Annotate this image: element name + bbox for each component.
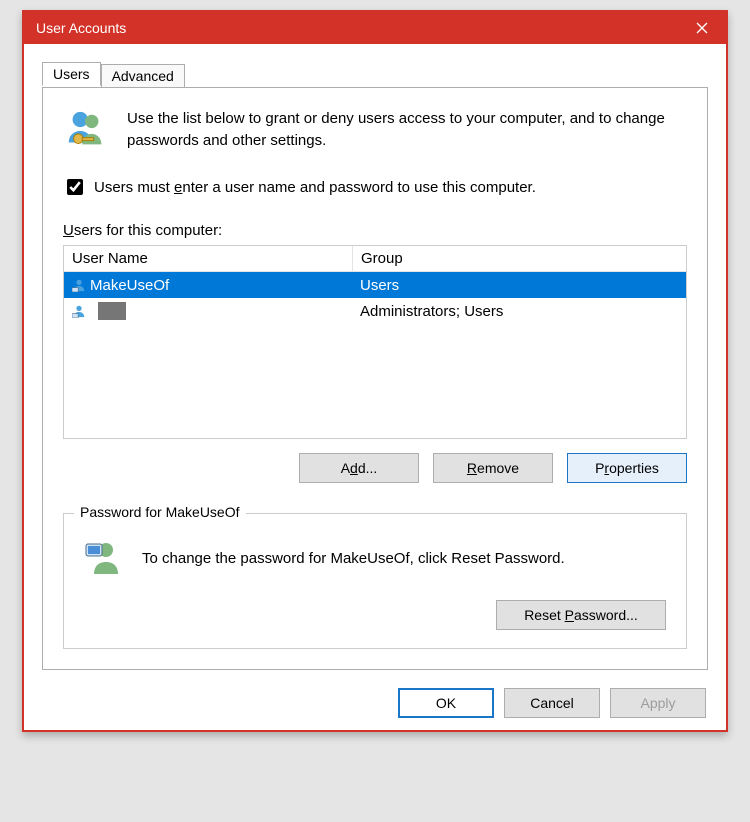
table-row[interactable]: MakeUseOfUsers: [64, 272, 686, 298]
remove-button[interactable]: Remove: [433, 453, 553, 483]
password-user-icon: [84, 538, 124, 578]
properties-button[interactable]: Properties: [567, 453, 687, 483]
table-row[interactable]: Administrators; Users: [64, 298, 686, 324]
client-area: UsersAdvanced Use the list below to gran…: [24, 44, 726, 730]
password-group-legend: Password for MakeUseOf: [74, 504, 246, 520]
users-list-label: Users for this computer:: [63, 222, 687, 239]
list-header: User Name Group: [64, 246, 686, 272]
tab-strip: UsersAdvanced: [42, 62, 708, 88]
ok-button[interactable]: OK: [398, 688, 494, 718]
col-group[interactable]: Group: [353, 246, 686, 271]
tab-panel-users: Use the list below to grant or deny user…: [42, 87, 708, 670]
window-title: User Accounts: [36, 20, 678, 36]
dialog-buttons: OK Cancel Apply: [42, 688, 706, 718]
tab-advanced[interactable]: Advanced: [101, 64, 185, 88]
require-login-label: Users must enter a user name and passwor…: [94, 179, 536, 196]
titlebar: User Accounts: [24, 12, 726, 44]
apply-button[interactable]: Apply: [610, 688, 706, 718]
password-info-row: To change the password for MakeUseOf, cl…: [84, 538, 666, 578]
cell-username: MakeUseOf: [64, 277, 352, 294]
require-login-checkbox[interactable]: [67, 179, 83, 195]
redacted-name: [98, 302, 126, 320]
user-accounts-dialog: User Accounts UsersAdvanced: [22, 10, 728, 732]
intro-block: Use the list below to grant or deny user…: [63, 108, 687, 154]
cell-group: Administrators; Users: [352, 303, 686, 320]
users-listbox[interactable]: User Name Group MakeUseOfUsers Administra…: [63, 245, 687, 439]
close-icon: [696, 22, 708, 34]
require-login-row[interactable]: Users must enter a user name and passwor…: [63, 176, 687, 198]
users-keys-icon: [63, 108, 109, 154]
cell-group: Users: [352, 277, 686, 294]
add-button[interactable]: Add...: [299, 453, 419, 483]
col-username[interactable]: User Name: [64, 246, 353, 271]
intro-text: Use the list below to grant or deny user…: [127, 108, 687, 152]
close-button[interactable]: [678, 12, 726, 44]
cancel-button[interactable]: Cancel: [504, 688, 600, 718]
tab-users[interactable]: Users: [42, 62, 101, 86]
password-group: Password for MakeUseOf To change the pas…: [63, 513, 687, 649]
reset-password-button[interactable]: Reset Password...: [496, 600, 666, 630]
list-buttons: Add... Remove Properties: [63, 453, 687, 483]
password-text: To change the password for MakeUseOf, cl…: [142, 550, 565, 567]
cell-username: [64, 302, 352, 320]
